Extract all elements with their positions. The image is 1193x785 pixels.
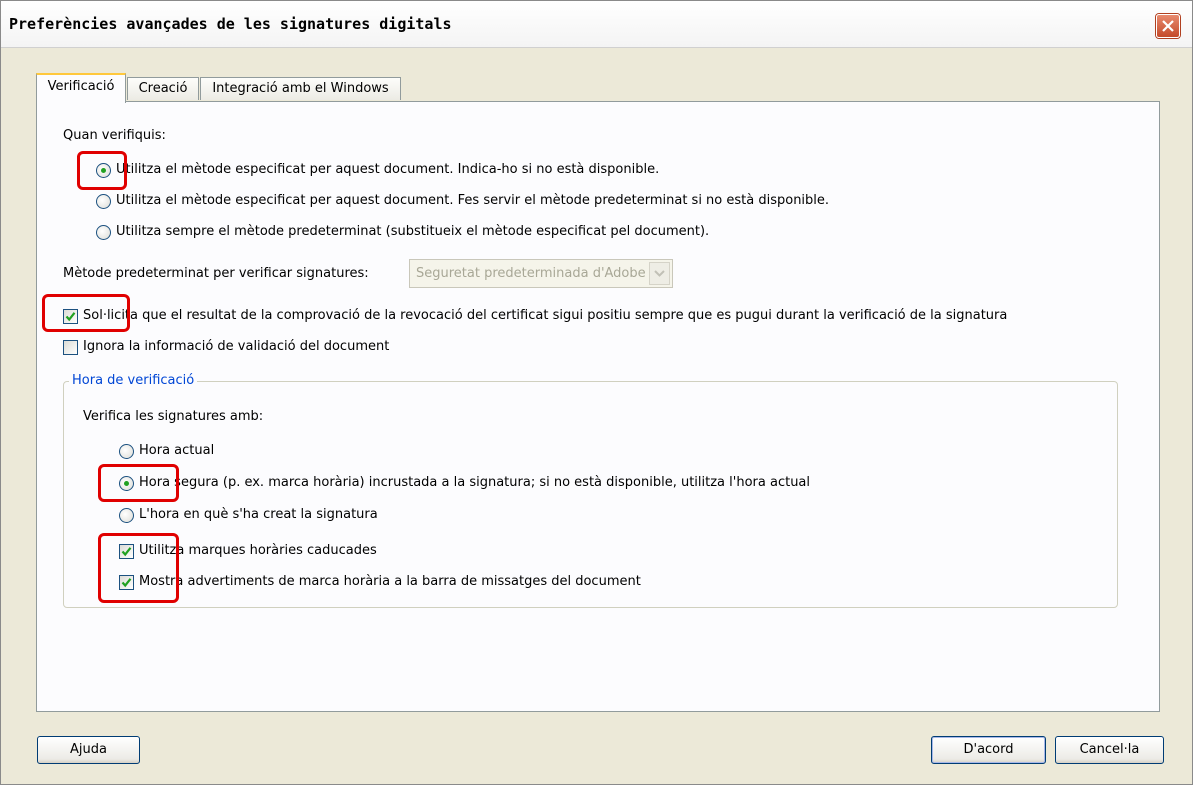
checkbox-timestamp-warnings[interactable] [119,575,134,590]
radio-method-document-indicate[interactable] [96,163,111,178]
radio-method-always-default[interactable] [96,225,111,240]
chevron-down-icon [654,270,665,277]
radio-time-creation[interactable] [119,508,134,523]
checkbox-label-expired-timestamps: Utilitza marques horàries caducades [139,543,377,558]
radio-label-time-creation: L'hora en què s'ha creat la signatura [139,507,378,522]
dialog-window: Preferències avançades de les signatures… [0,0,1193,785]
verify-with-heading: Verifica les signatures amb: [83,409,264,424]
checkbox-require-revocation[interactable] [63,309,78,324]
checkbox-label-require-revocation: Sol·licita que el resultat de la comprov… [83,308,1008,323]
radio-time-current[interactable] [119,444,134,459]
checkmark-icon [65,312,76,322]
verification-time-group-title: Hora de verificació [69,373,198,388]
default-method-label: Mètode predeterminat per verificar signa… [63,266,369,281]
radio-label-method-always-default: Utilitza sempre el mètode predeterminat … [116,224,710,239]
checkbox-label-ignore-validation-info: Ignora la informació de validació del do… [83,339,390,354]
radio-time-secure[interactable] [119,476,134,491]
panel-content: Quan verifiquis: Utilitza el mètode espe… [1,1,1192,784]
verify-heading: Quan verifiquis: [63,128,166,143]
radio-label-method-document-fallback: Utilitza el mètode especificat per aques… [116,193,830,208]
radio-selected-dot [101,168,106,173]
checkmark-icon [121,578,132,588]
radio-label-method-document-indicate: Utilitza el mètode especificat per aques… [116,162,660,177]
radio-label-time-current: Hora actual [139,443,215,458]
radio-label-time-secure: Hora segura (p. ex. marca horària) incru… [139,475,811,490]
checkbox-expired-timestamps[interactable] [119,544,134,559]
radio-selected-dot [124,481,129,486]
radio-method-document-fallback[interactable] [96,194,111,209]
checkbox-ignore-validation-info[interactable] [63,340,78,355]
dropdown-arrow [649,262,670,285]
checkbox-label-timestamp-warnings: Mostra advertiments de marca horària a l… [139,574,641,589]
checkmark-icon [121,547,132,557]
default-method-value: Seguretat predeterminada d'Adobe [416,266,646,281]
default-method-select[interactable]: Seguretat predeterminada d'Adobe [409,259,673,288]
